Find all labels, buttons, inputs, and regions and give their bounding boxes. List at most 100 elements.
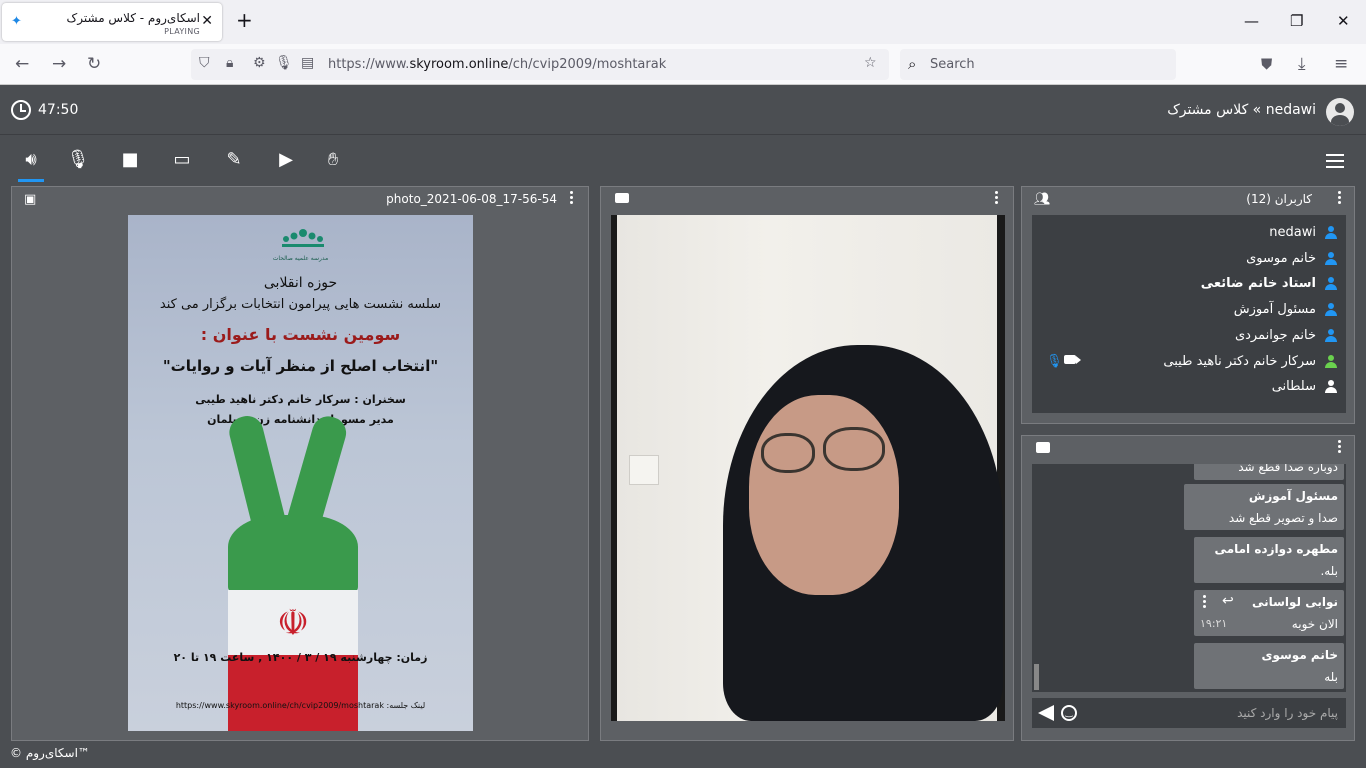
user-row[interactable]: خانم موسوی — [1032, 247, 1346, 273]
message-more-icon[interactable] — [1202, 595, 1206, 610]
message-time: ۱۹:۲۱ — [1200, 617, 1228, 630]
search-placeholder: Search — [930, 57, 975, 72]
user-name: خانم موسوی — [1246, 250, 1316, 266]
user-row[interactable]: مسئول آموزش — [1032, 298, 1346, 324]
presentation-more-icon[interactable] — [570, 191, 574, 205]
close-window-icon[interactable]: ✕ — [1337, 12, 1350, 30]
user-icon — [1324, 303, 1338, 317]
poster-image: مدرسه علمیه صالحات حوزه انقلابی سلسه نشس… — [128, 215, 473, 731]
shield-icon[interactable]: ⛉ — [199, 55, 210, 71]
user-name: مسئول آموزش — [1233, 302, 1316, 318]
camera-icon[interactable]: ■ — [117, 148, 143, 172]
send-icon[interactable] — [1038, 705, 1054, 721]
chat-more-icon[interactable] — [1338, 440, 1342, 454]
chat-message: نوابی لواسانی ↩ الان خوبه ۱۹:۲۱ — [1194, 590, 1344, 636]
url-bar[interactable]: ⛉ 🔒︎ ⚙ 🎙︎ ▤ https://www.skyroom.online/c… — [191, 49, 889, 80]
pocket-icon[interactable]: ⛊ — [1261, 54, 1272, 74]
clock-icon — [11, 100, 31, 120]
users-list: nedawi خانم موسوی استاد خانم ضائعی مسئول آم… — [1032, 215, 1346, 413]
user-name: سلطانی — [1271, 379, 1316, 395]
forward-icon[interactable]: → — [52, 54, 66, 74]
tab-close-icon[interactable]: ✕ — [201, 13, 213, 29]
poster-line-3: سومین نشست با عنوان : — [200, 325, 401, 344]
search-icon: ⌕ — [908, 55, 917, 73]
chat-message: دوباره صدا قطع شد — [1194, 464, 1344, 480]
footer-copyright: © اسکای‌روم™ — [10, 746, 90, 760]
bookmark-star-icon[interactable]: ☆ — [864, 55, 877, 71]
poster-line-8: لینک جلسه: https://www.skyroom.online/ch… — [175, 701, 426, 710]
emoji-icon[interactable]: ‿ — [1061, 705, 1077, 721]
poster-line-4: "انتخاب اصلح از منظر آیات و روایات" — [162, 357, 439, 375]
downloads-icon[interactable]: ⤓ — [1298, 54, 1306, 74]
user-row[interactable]: سرکار خانم دکتر ناهید طیبی 🎙︎ — [1032, 350, 1346, 376]
user-row[interactable]: خانم جوانمردی — [1032, 324, 1346, 350]
chat-message: مطهره دوازده امامی بله. — [1194, 537, 1344, 583]
user-name: خانم جوانمردی — [1234, 327, 1316, 343]
users-title: کاربران (12) — [1246, 192, 1312, 206]
skyroom-favicon-icon: ✦ — [11, 14, 22, 29]
chat-input[interactable]: ‿ پیام خود را وارد کنید — [1032, 698, 1346, 728]
raise-hand-icon[interactable]: ✋︎ — [320, 148, 346, 172]
room-toolbar: 🔊︎ 🎙︎ ■ ▭ ✎ ▶ ✋︎ — [0, 136, 1366, 184]
browser-tab[interactable]: ✦ اسکای‌روم - کلاس مشترک PLAYING ✕ — [2, 3, 222, 41]
user-mic-icon: 🎙︎ — [1046, 353, 1063, 369]
users-group-icon: 👥︎ — [1034, 192, 1051, 207]
media-play-icon[interactable]: ▶ — [273, 148, 299, 172]
presentation-title: photo_2021-06-08_17-56-54 — [386, 192, 557, 206]
user-icon — [1324, 380, 1338, 394]
iran-emblem-icon: ☫ — [276, 603, 310, 644]
whiteboard-brush-icon[interactable]: ✎ — [221, 148, 247, 172]
poster-line-2: سلسه نشست هایی پیرامون انتخابات برگزار م… — [159, 297, 442, 312]
user-icon — [1324, 277, 1338, 291]
search-bar[interactable]: ⌕ Search — [900, 49, 1176, 80]
mic-muted-icon[interactable]: 🎙︎ — [65, 148, 91, 172]
restore-icon[interactable]: ❐ — [1290, 12, 1303, 30]
avatar[interactable] — [1326, 98, 1354, 126]
poster-line-1: حوزه انقلابی — [263, 275, 338, 291]
back-icon[interactable]: ← — [15, 54, 29, 74]
user-row[interactable]: استاد خانم ضائعی — [1032, 272, 1346, 298]
presentation-type-icon: ▣ — [24, 192, 37, 207]
user-row[interactable]: سلطانی — [1032, 375, 1346, 401]
poster-line-5: سخنران : سرکار خانم دکتر ناهید طیبی — [195, 393, 406, 406]
chat-icon — [1036, 442, 1050, 453]
webcam-video — [611, 215, 1005, 721]
chat-message: مسئول آموزش صدا و تصویر قطع شد — [1184, 484, 1344, 530]
room-title: nedawi » کلاس مشترک — [1167, 102, 1316, 118]
reply-icon[interactable]: ↩ — [1222, 593, 1234, 609]
chat-placeholder: پیام خود را وارد کنید — [1237, 706, 1338, 720]
chat-messages: دوباره صدا قطع شد مسئول آموزش صدا و تصوی… — [1032, 464, 1346, 692]
user-icon — [1324, 354, 1338, 369]
app-header: 47:50 nedawi » کلاس مشترک — [0, 86, 1366, 135]
browser-navbar: ← → ↻ ⛉ 🔒︎ ⚙ 🎙︎ ▤ https://www.skyroom.on… — [0, 44, 1366, 85]
reload-icon[interactable]: ↻ — [87, 54, 101, 74]
lock-icon[interactable]: 🔒︎ — [226, 55, 233, 71]
video-panel — [600, 186, 1014, 741]
users-panel: 👥︎ کاربران (12) nedawi خانم موسوی استاد خا… — [1021, 186, 1355, 424]
screen-share-icon[interactable]: ▭ — [169, 148, 195, 172]
microphone-icon[interactable]: 🎙︎ — [275, 55, 293, 71]
new-tab-button[interactable]: + — [236, 10, 253, 30]
hamburger-menu-icon[interactable] — [1326, 154, 1344, 168]
user-icon — [1324, 251, 1338, 266]
presentation-panel: ▣ photo_2021-06-08_17-56-54 مدرسه علمیه … — [11, 186, 589, 741]
user-camera-icon — [1064, 354, 1081, 364]
users-more-icon[interactable] — [1338, 191, 1342, 205]
app-menu-icon[interactable]: ≡ — [1334, 54, 1348, 74]
speaker-icon[interactable]: 🔊︎ — [18, 148, 44, 182]
minimize-icon[interactable]: — — [1244, 12, 1259, 30]
permissions-icon[interactable]: ⚙ — [253, 55, 266, 71]
user-row[interactable]: nedawi — [1032, 221, 1346, 247]
url-text[interactable]: https://www.skyroom.online/ch/cvip2009/m… — [328, 57, 666, 72]
video-more-icon[interactable] — [995, 191, 999, 205]
reader-view-icon[interactable]: ▤ — [301, 55, 314, 71]
user-name: سرکار خانم دکتر ناهید طیبی — [1163, 353, 1316, 369]
poster-logo-caption: مدرسه علمیه صالحات — [272, 255, 329, 262]
user-name: nedawi — [1269, 225, 1316, 240]
user-name: استاد خانم ضائعی — [1200, 276, 1316, 292]
school-logo-icon — [278, 225, 328, 257]
victory-hand-flag-illustration: ☫ — [225, 412, 358, 731]
tab-title: اسکای‌روم - کلاس مشترک — [66, 11, 201, 25]
user-icon — [1324, 226, 1338, 240]
chat-scrollbar[interactable] — [1034, 664, 1039, 690]
